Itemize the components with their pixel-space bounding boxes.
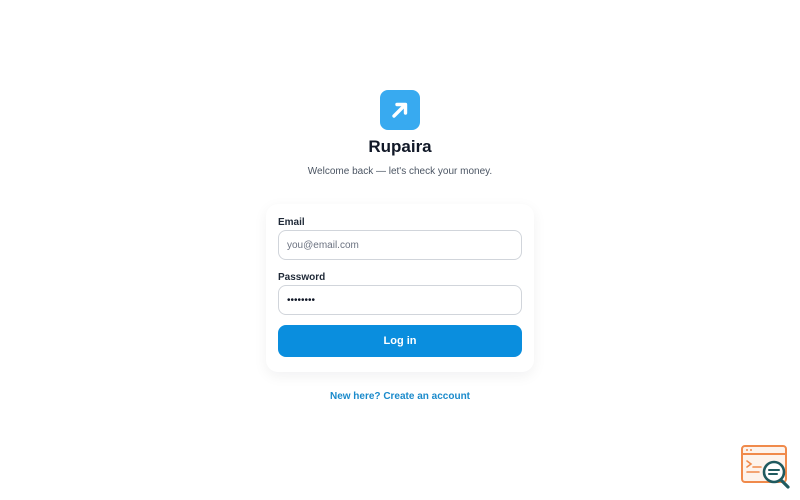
app-title: Rupaira — [368, 137, 432, 156]
signup-link-row: New here? Create an account — [0, 390, 800, 403]
arrow-up-right-icon — [392, 102, 408, 118]
login-button[interactable]: Log in — [278, 325, 522, 357]
password-label: Password — [278, 272, 326, 283]
password-field[interactable] — [278, 285, 522, 315]
app-logo — [380, 90, 420, 130]
email-field[interactable] — [278, 230, 522, 260]
create-account-link[interactable]: New here? Create an account — [330, 391, 470, 402]
console-search-icon — [741, 445, 790, 489]
email-label: Email — [278, 217, 305, 228]
console-search-widget[interactable] — [739, 443, 793, 491]
welcome-subtitle: Welcome back — let's check your money. — [307, 166, 493, 177]
